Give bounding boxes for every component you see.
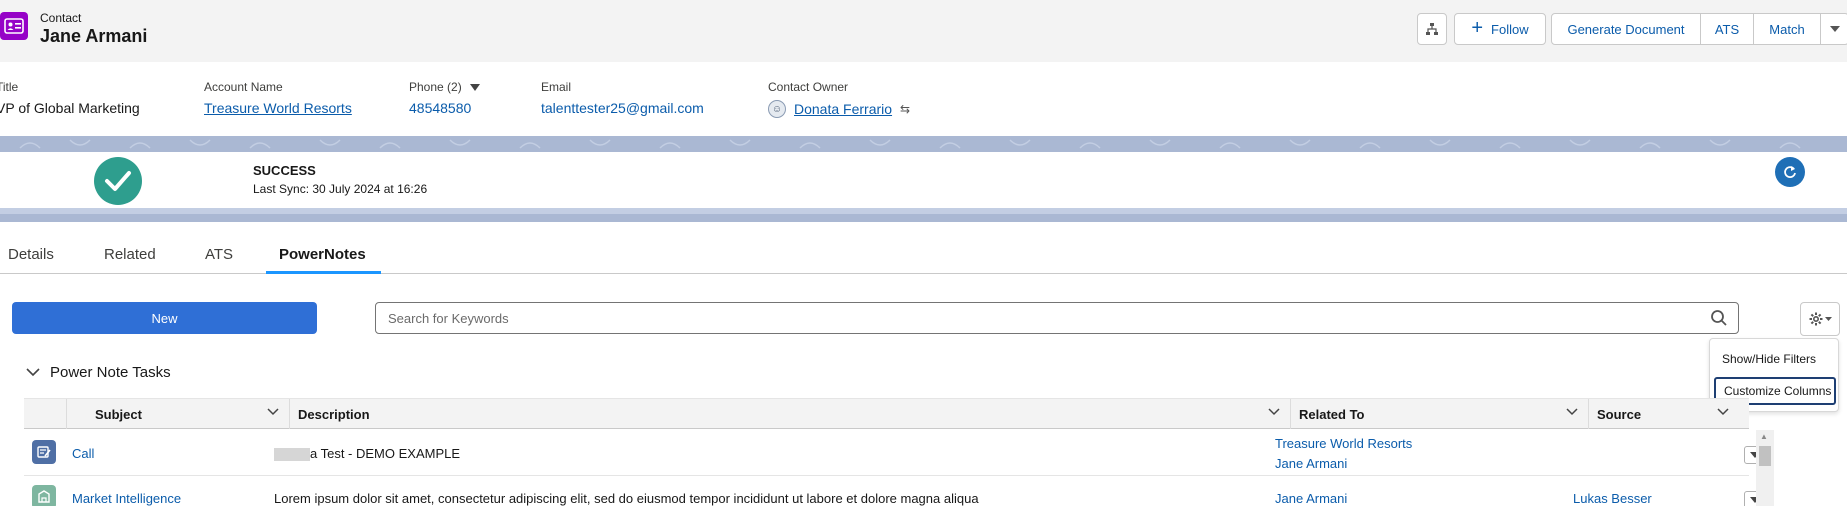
- decorative-band-bottom: [0, 208, 1847, 222]
- email-field: Email talenttester25@gmail.com: [541, 80, 704, 116]
- refresh-button[interactable]: [1775, 157, 1805, 187]
- more-actions-button[interactable]: [1821, 14, 1847, 44]
- band-pattern: [19, 139, 1801, 149]
- table-scrollbar[interactable]: ▲: [1756, 430, 1774, 506]
- owner-label: Contact Owner: [768, 80, 849, 94]
- phone-label[interactable]: Phone (2): [409, 80, 480, 94]
- chevron-down-icon: [469, 83, 480, 91]
- account-label: Account Name: [204, 80, 283, 94]
- object-type-label: Contact: [40, 11, 82, 25]
- decorative-band: [0, 136, 1847, 152]
- title-label: Title: [0, 80, 19, 94]
- row-subject-link[interactable]: Market Intelligence: [72, 491, 181, 506]
- contact-icon: [0, 12, 28, 40]
- highlights-panel: Title VP of Global Marketing Account Nam…: [0, 62, 1847, 136]
- email-link[interactable]: talenttester25@gmail.com: [541, 100, 704, 116]
- scroll-thumb[interactable]: [1759, 446, 1771, 466]
- section-toggle[interactable]: Power Note Tasks: [26, 364, 171, 381]
- table-header: Subject Description Related To Source: [24, 398, 1749, 429]
- action-button-group: Generate Document ATS Match: [1551, 13, 1847, 45]
- icon-column-header: [24, 399, 67, 429]
- search-input[interactable]: [376, 303, 1676, 333]
- success-check-icon: [94, 157, 142, 205]
- call-task-icon: [32, 440, 56, 464]
- refresh-icon: [1784, 166, 1796, 178]
- row-related-contact-link[interactable]: Jane Armani: [1275, 456, 1347, 471]
- table-row: Call a Test - DEMO EXAMPLE Treasure Worl…: [24, 430, 1766, 476]
- table-row: Market Intelligence Lorem ipsum dolor si…: [24, 477, 1766, 506]
- scroll-up-icon[interactable]: ▲: [1760, 432, 1768, 441]
- column-header-related-to[interactable]: Related To: [1291, 399, 1589, 429]
- title-value: VP of Global Marketing: [0, 100, 140, 116]
- market-intelligence-icon: [32, 485, 56, 506]
- redacted-text: [274, 448, 310, 462]
- menu-item-show-hide-filters[interactable]: Show/Hide Filters: [1714, 345, 1836, 373]
- search-icon[interactable]: [1710, 309, 1728, 327]
- chevron-down-icon[interactable]: [1268, 408, 1280, 416]
- email-label: Email: [541, 80, 572, 94]
- match-button[interactable]: Match: [1754, 14, 1821, 44]
- account-field: Account Name Treasure World Resorts: [204, 80, 352, 116]
- row-subject-link[interactable]: Call: [72, 446, 94, 461]
- chevron-down-icon: [1829, 26, 1840, 32]
- ats-button[interactable]: ATS: [1701, 14, 1754, 44]
- hierarchy-icon: [1426, 23, 1438, 35]
- chevron-down-icon: [1824, 317, 1832, 321]
- tab-related[interactable]: Related: [104, 246, 156, 263]
- record-name: Jane Armani: [40, 26, 148, 46]
- generate-document-button[interactable]: Generate Document: [1552, 14, 1701, 44]
- owner-link[interactable]: Donata Ferrario: [794, 101, 892, 117]
- last-sync-text: Last Sync: 30 July 2024 at 16:26: [253, 182, 428, 196]
- owner-field: Contact Owner ☺ Donata Ferrario ⇆: [768, 80, 910, 118]
- sync-status-card: SUCCESS Last Sync: 30 July 2024 at 16:26: [0, 152, 1847, 208]
- change-owner-icon[interactable]: ⇆: [900, 102, 910, 116]
- follow-label: Follow: [1491, 21, 1529, 37]
- gear-icon: [1809, 312, 1822, 326]
- active-tab-indicator: [266, 271, 381, 274]
- hierarchy-button[interactable]: [1417, 13, 1447, 45]
- owner-avatar: ☺: [768, 100, 786, 118]
- new-button[interactable]: New: [12, 302, 317, 334]
- sync-status: SUCCESS: [253, 163, 316, 178]
- column-header-subject[interactable]: Subject: [67, 399, 290, 429]
- title-field: Title VP of Global Marketing: [0, 80, 140, 116]
- row-source-link[interactable]: Lukas Besser: [1573, 491, 1652, 506]
- chevron-down-icon[interactable]: [1566, 408, 1578, 416]
- tab-ats[interactable]: ATS: [205, 246, 233, 263]
- record-tabs: Details Related ATS PowerNotes: [0, 238, 1847, 274]
- row-description: Lorem ipsum dolor sit amet, consectetur …: [274, 491, 979, 506]
- settings-menu-button[interactable]: [1800, 302, 1840, 336]
- tab-powernotes[interactable]: PowerNotes: [279, 246, 366, 263]
- chevron-down-icon: [26, 368, 40, 377]
- phone-link[interactable]: 48548580: [409, 100, 480, 116]
- plus-icon: +: [1471, 17, 1484, 39]
- row-description: a Test - DEMO EXAMPLE: [274, 446, 460, 462]
- keyword-search: [375, 302, 1739, 334]
- tab-details[interactable]: Details: [8, 246, 54, 263]
- record-header: Contact Jane Armani + Follow Generate Do…: [0, 0, 1847, 62]
- chevron-down-icon[interactable]: [267, 408, 279, 416]
- account-link[interactable]: Treasure World Resorts: [204, 100, 352, 116]
- column-header-description[interactable]: Description: [290, 399, 1291, 429]
- row-related-contact-link[interactable]: Jane Armani: [1275, 491, 1347, 506]
- follow-button[interactable]: + Follow: [1454, 13, 1546, 45]
- phone-field: Phone (2) 48548580: [409, 80, 480, 116]
- chevron-down-icon[interactable]: [1717, 408, 1729, 416]
- row-related-account-link[interactable]: Treasure World Resorts: [1275, 436, 1412, 451]
- column-header-source[interactable]: Source: [1589, 399, 1749, 429]
- section-title: Power Note Tasks: [50, 364, 171, 381]
